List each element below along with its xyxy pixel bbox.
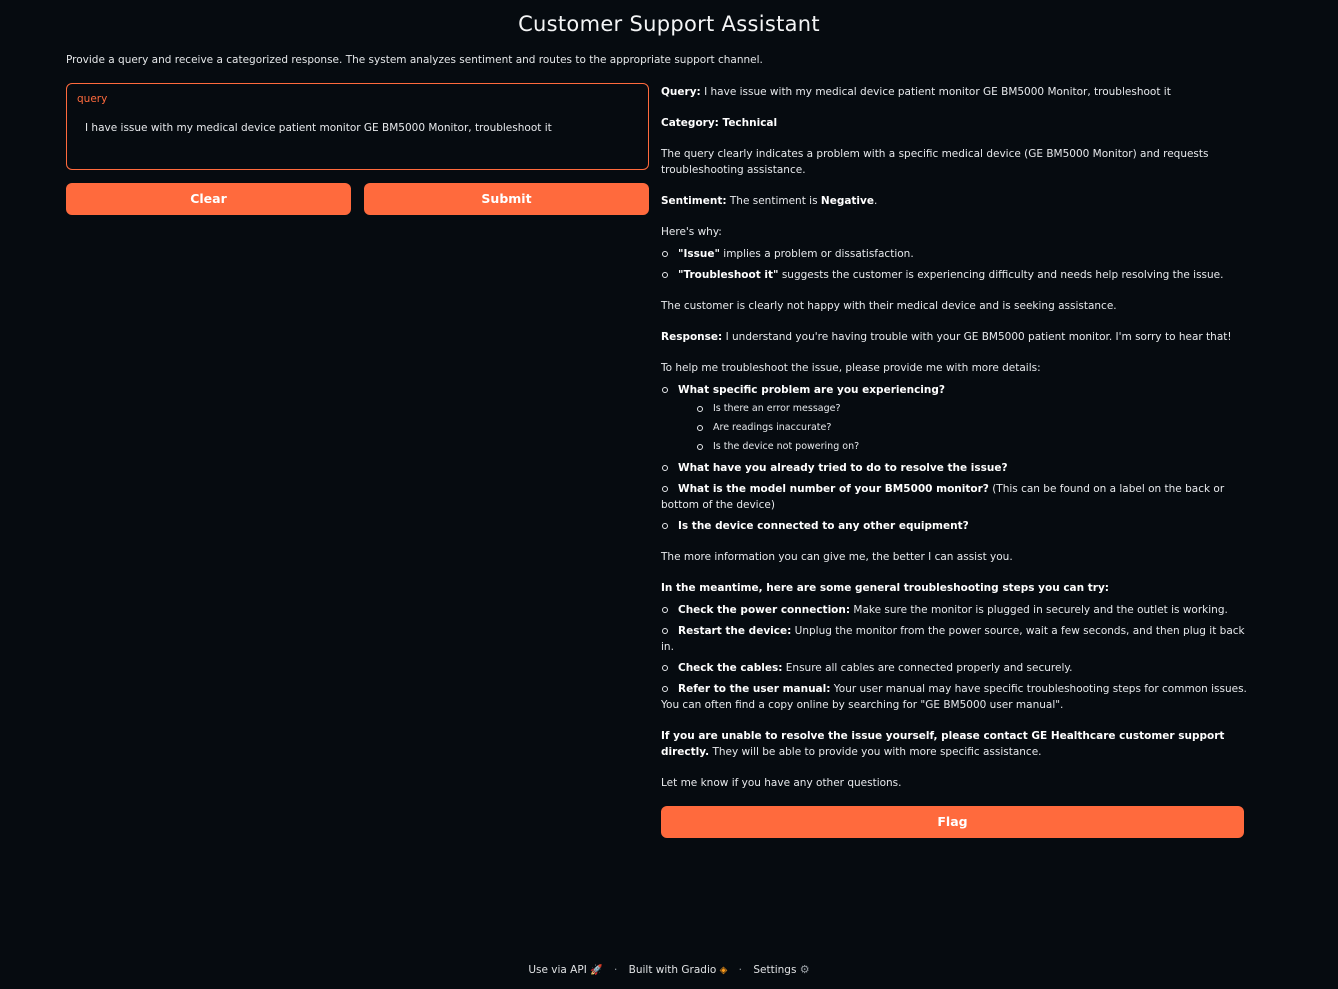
category-label: Category: — [661, 117, 719, 129]
list-item: What have you already tried to do to res… — [661, 460, 1251, 476]
step-1-text: Make sure the monitor is plugged in secu… — [850, 604, 1228, 616]
list-item: Refer to the user manual: Your user manu… — [661, 681, 1251, 713]
sentiment-label: Sentiment: — [661, 195, 727, 207]
why-2-text: suggests the customer is experiencing di… — [778, 269, 1224, 281]
meantime-text: In the meantime, here are some general t… — [661, 582, 1110, 594]
question-3-bold: What is the model number of your BM5000 … — [678, 483, 989, 495]
query-echo-text: I have issue with my medical device pati… — [700, 86, 1171, 98]
response-text: I understand you're having trouble with … — [722, 331, 1232, 343]
submit-button[interactable]: Submit — [364, 183, 649, 215]
question-1: What specific problem are you experienci… — [678, 384, 945, 396]
built-label: Built with Gradio — [628, 964, 717, 976]
list-item: Restart the device: Unplug the monitor f… — [661, 623, 1251, 655]
list-item: "Issue" implies a problem or dissatisfac… — [661, 246, 1251, 262]
question-2: What have you already tried to do to res… — [678, 462, 1008, 474]
questions-list: What specific problem are you experienci… — [661, 382, 1251, 534]
built-with-gradio-link[interactable]: Built with Gradio ◈ — [629, 964, 728, 976]
why-1-text: implies a problem or dissatisfaction. — [719, 248, 914, 260]
query-input[interactable]: I have issue with my medical device pati… — [85, 122, 635, 134]
why-1-bold: "Issue" — [678, 248, 720, 260]
closing-line: Let me know if you have any other questi… — [661, 777, 902, 789]
question-4: Is the device connected to any other equ… — [678, 520, 969, 532]
why-conclusion: The customer is clearly not happy with t… — [661, 300, 1117, 312]
sentiment-post: . — [874, 195, 878, 207]
footer: Use via API 🚀 · Built with Gradio ◈ · Se… — [0, 963, 1338, 976]
settings-label: Settings — [753, 964, 797, 976]
footer-separator: · — [613, 964, 618, 976]
why-list: "Issue" implies a problem or dissatisfac… — [661, 246, 1251, 283]
details-intro: To help me troubleshoot the issue, pleas… — [661, 362, 1041, 374]
more-info: The more information you can give me, th… — [661, 551, 1013, 563]
query-label: query — [77, 93, 108, 105]
step-3-bold: Check the cables: — [678, 662, 783, 674]
meantime-heading: In the meantime, here are some general t… — [661, 580, 1251, 596]
sentiment-line: Sentiment: The sentiment is Negative. — [661, 193, 1251, 209]
list-item: What is the model number of your BM5000 … — [661, 481, 1251, 513]
step-3-text: Ensure all cables are connected properly… — [782, 662, 1073, 674]
category-line: Category: Technical — [661, 115, 1251, 131]
step-4-bold: Refer to the user manual: — [678, 683, 831, 695]
list-item: "Troubleshoot it" suggests the customer … — [661, 267, 1251, 283]
why-intro: Here's why: — [661, 226, 722, 238]
contact-text: They will be able to provide you with mo… — [709, 746, 1042, 758]
category-value: Technical — [718, 117, 778, 129]
list-item: Check the cables: Ensure all cables are … — [661, 660, 1251, 676]
response-output: Query: I have issue with my medical devi… — [661, 84, 1251, 806]
page-title: Customer Support Assistant — [518, 12, 820, 36]
footer-separator: · — [738, 964, 743, 976]
list-item: Check the power connection: Make sure th… — [661, 602, 1251, 618]
response-label: Response: — [661, 331, 723, 343]
step-1-bold: Check the power connection: — [678, 604, 851, 616]
list-item: Is the device connected to any other equ… — [661, 518, 1251, 534]
api-label: Use via API — [528, 964, 587, 976]
steps-list: Check the power connection: Make sure th… — [661, 602, 1251, 713]
use-via-api-link[interactable]: Use via API 🚀 — [528, 964, 602, 976]
list-item: Is there an error message? — [696, 401, 1251, 417]
sub-questions-list: Is there an error message? Are readings … — [696, 401, 1251, 455]
step-2-bold: Restart the device: — [678, 625, 792, 637]
response-line: Response: I understand you're having tro… — [661, 329, 1251, 345]
why-2-bold: "Troubleshoot it" — [678, 269, 779, 281]
query-textbox[interactable]: query I have issue with my medical devic… — [66, 83, 649, 170]
sentiment-pre: The sentiment is — [726, 195, 821, 207]
sentiment-value: Negative — [820, 195, 875, 207]
category-explanation: The query clearly indicates a problem wi… — [661, 148, 1209, 176]
list-item: What specific problem are you experienci… — [661, 382, 1251, 455]
settings-link[interactable]: Settings ⚙ — [753, 963, 810, 976]
query-echo-label: Query: — [661, 86, 701, 98]
app-root: Customer Support Assistant Provide a que… — [0, 0, 1338, 989]
list-item: Are readings inaccurate? — [696, 420, 1251, 436]
page-description: Provide a query and receive a categorize… — [66, 54, 763, 66]
gear-icon: ⚙ — [799, 963, 810, 976]
gradio-logo-icon: ◈ — [719, 965, 728, 976]
contact-line: If you are unable to resolve the issue y… — [661, 728, 1251, 760]
clear-button[interactable]: Clear — [66, 183, 351, 215]
query-echo: Query: I have issue with my medical devi… — [661, 84, 1251, 100]
rocket-icon: 🚀 — [590, 965, 603, 976]
flag-button[interactable]: Flag — [661, 806, 1244, 838]
list-item: Is the device not powering on? — [696, 439, 1251, 455]
